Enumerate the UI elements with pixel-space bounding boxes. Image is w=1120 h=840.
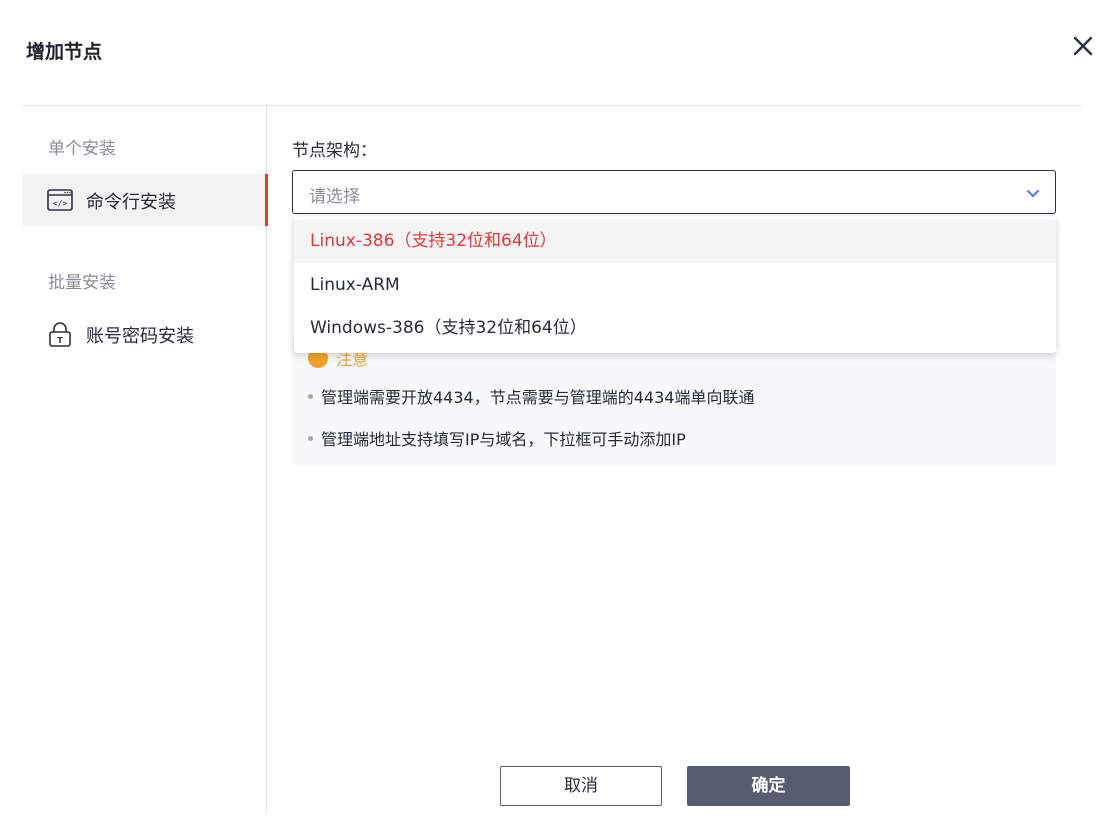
sidebar-item-label: 命令行安装	[86, 192, 176, 213]
arch-select-dropdown: Linux-386（支持32位和64位） Linux-ARM Windows-3…	[294, 216, 1056, 353]
arch-select[interactable]: 请选择	[292, 170, 1056, 214]
arch-option-linux-arm[interactable]: Linux-ARM	[294, 263, 1056, 307]
arch-option-linux-386[interactable]: Linux-386（支持32位和64位）	[294, 219, 1056, 263]
sidebar-item-label: 账号密码安装	[86, 326, 194, 347]
dialog-header	[22, 20, 1082, 106]
notice-item-text: 管理端地址支持填写IP与域名，下拉框可手动添加IP	[321, 430, 686, 449]
lock-icon: T	[46, 320, 74, 348]
sidebar-item-command-line[interactable]: </> 命令行安装	[22, 174, 268, 226]
notice-item-text: 管理端需要开放4434，节点需要与管理端的4434端单向联通	[321, 388, 755, 407]
install-method-sidebar: 单个安装 </> 命令行安装 批量安装 T 账号密码安装	[22, 106, 268, 812]
arch-select-placeholder: 请选择	[309, 187, 360, 207]
group-label-batch: 批量安装	[48, 273, 116, 293]
close-icon[interactable]	[1070, 33, 1096, 59]
add-node-dialog: 增加节点 单个安装 </> 命令行安装 批量安装 T 账号密码安装 节点架构： …	[0, 0, 1120, 840]
sidebar-item-account-password[interactable]: T 账号密码安装	[22, 308, 267, 360]
form-panel: 节点架构： 请选择 注意 管理端需要开放4434，节点需要与管理端的4434端单…	[268, 106, 1080, 812]
terminal-icon: </>	[46, 186, 74, 214]
group-label-single: 单个安装	[48, 139, 116, 159]
arch-option-windows-386[interactable]: Windows-386（支持32位和64位）	[294, 306, 1056, 350]
cancel-button[interactable]: 取消	[500, 766, 662, 806]
dialog-title: 增加节点	[26, 41, 103, 63]
notice-item: 管理端需要开放4434，节点需要与管理端的4434端单向联通	[308, 384, 754, 408]
svg-text:</>: </>	[53, 199, 68, 208]
arch-field-label: 节点架构：	[292, 141, 377, 161]
bullet-dot	[308, 394, 313, 399]
notice-box: 注意 管理端需要开放4434，节点需要与管理端的4434端单向联通 管理端地址支…	[292, 336, 1056, 465]
bullet-dot	[308, 436, 313, 441]
chevron-down-icon	[1025, 185, 1041, 201]
notice-item: 管理端地址支持填写IP与域名，下拉框可手动添加IP	[308, 426, 686, 450]
svg-text:T: T	[57, 336, 63, 345]
confirm-button[interactable]: 确定	[687, 766, 850, 806]
